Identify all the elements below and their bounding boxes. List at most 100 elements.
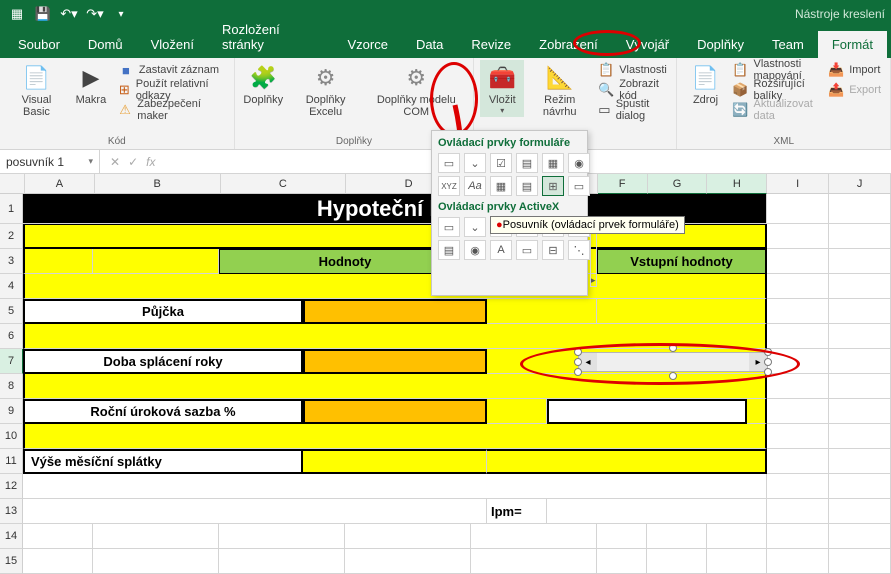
macro-security-button[interactable]: ⚠ Zabezpečení maker xyxy=(115,100,228,120)
cell[interactable] xyxy=(647,549,707,574)
visual-basic-button[interactable]: 📄 Visual Basic xyxy=(6,60,67,120)
enter-formula-button[interactable]: ✓ xyxy=(128,155,138,169)
row-header[interactable]: 15 xyxy=(0,549,23,574)
select-all-button[interactable] xyxy=(0,174,25,194)
excel-addins-button[interactable]: ⚙ Doplňky Excelu xyxy=(288,60,363,120)
ax-button-control[interactable]: ▭ xyxy=(438,217,460,237)
cell[interactable] xyxy=(23,249,93,274)
tab-team[interactable]: Team xyxy=(758,31,818,58)
insert-controls-button[interactable]: 🧰 Vložit ▾ xyxy=(480,60,524,117)
col-header[interactable]: F xyxy=(598,174,648,194)
cell[interactable] xyxy=(767,499,829,524)
scrollbar-form-control[interactable]: ◂ ▸ xyxy=(578,352,768,372)
cell[interactable] xyxy=(767,274,829,299)
cell[interactable] xyxy=(303,349,487,374)
row-header[interactable]: 7 xyxy=(0,349,23,374)
tab-zobrazeni[interactable]: Zobrazení xyxy=(525,31,612,58)
tab-rozlozeni[interactable]: Rozložení stránky xyxy=(208,16,333,58)
cell[interactable]: Půjčka xyxy=(23,299,303,324)
cell[interactable] xyxy=(707,524,767,549)
cell[interactable] xyxy=(767,324,829,349)
cell[interactable] xyxy=(487,449,767,474)
cell[interactable] xyxy=(829,449,891,474)
tab-vzorce[interactable]: Vzorce xyxy=(333,31,401,58)
cell[interactable] xyxy=(767,374,829,399)
cell[interactable] xyxy=(829,274,891,299)
cell[interactable] xyxy=(829,349,891,374)
cell[interactable] xyxy=(829,374,891,399)
addins-button[interactable]: 🧩 Doplňky xyxy=(241,60,286,108)
ax-more-control[interactable]: ⋱ xyxy=(568,240,590,260)
cell[interactable] xyxy=(547,399,747,424)
cell[interactable] xyxy=(345,524,471,549)
fx-button[interactable]: fx xyxy=(146,155,155,169)
form-option-control[interactable]: ◉ xyxy=(568,153,590,173)
cell[interactable] xyxy=(767,299,829,324)
import-button[interactable]: 📥 Import xyxy=(825,60,884,80)
row-header[interactable]: 9 xyxy=(0,399,23,424)
insert-controls-dropdown[interactable]: Ovládací prvky formuláře ▭ ⌄ ☑ ▤ ▦ ◉ XYZ… xyxy=(431,130,588,296)
cell[interactable] xyxy=(829,194,891,224)
cell[interactable] xyxy=(829,499,891,524)
form-checkbox-control[interactable]: ☑ xyxy=(490,153,512,173)
cell[interactable] xyxy=(829,524,891,549)
cell[interactable] xyxy=(23,324,767,349)
form-combobox-control[interactable]: ⌄ xyxy=(464,153,486,173)
ax-image-control[interactable]: ▭ xyxy=(516,240,538,260)
ax-spinbutton-control[interactable]: ▤ xyxy=(438,240,460,260)
undo-button[interactable]: ↶▾ xyxy=(58,3,80,25)
relative-refs-button[interactable]: ⊞ Použít relativní odkazy xyxy=(115,80,228,100)
col-header[interactable]: H xyxy=(707,174,767,194)
form-label-control[interactable]: XYZ xyxy=(438,176,460,196)
row-header[interactable]: 2 xyxy=(0,224,23,249)
cell[interactable] xyxy=(829,474,891,499)
cell[interactable] xyxy=(767,349,829,374)
form-button-control[interactable]: ▭ xyxy=(438,153,460,173)
name-box[interactable]: posuvník 1▾ xyxy=(0,150,100,173)
cell[interactable] xyxy=(767,549,829,574)
form-image2-control[interactable]: ▭ xyxy=(568,176,590,196)
row-header[interactable]: 11 xyxy=(0,449,23,474)
cell[interactable] xyxy=(23,499,487,524)
cell[interactable]: Doba splácení roky xyxy=(23,349,303,374)
cell[interactable] xyxy=(647,524,707,549)
cell[interactable] xyxy=(303,449,487,474)
col-header[interactable]: G xyxy=(648,174,708,194)
cell[interactable] xyxy=(767,424,829,449)
row-header[interactable]: 6 xyxy=(0,324,23,349)
cell[interactable] xyxy=(219,549,345,574)
cell[interactable] xyxy=(597,524,647,549)
col-header[interactable]: I xyxy=(767,174,829,194)
form-combo2-control[interactable]: ▤ xyxy=(516,176,538,196)
cell[interactable] xyxy=(219,524,345,549)
design-mode-button[interactable]: 📐 Režim návrhu xyxy=(526,60,593,120)
row-header[interactable]: 10 xyxy=(0,424,23,449)
cell[interactable] xyxy=(93,524,219,549)
cell[interactable] xyxy=(829,299,891,324)
cell[interactable] xyxy=(93,249,219,274)
tab-soubor[interactable]: Soubor xyxy=(4,31,74,58)
row-header[interactable]: 1 xyxy=(0,194,23,224)
cell[interactable] xyxy=(303,399,487,424)
col-header[interactable]: B xyxy=(95,174,221,194)
cell[interactable]: Vstupní hodnoty xyxy=(597,249,767,274)
cell[interactable] xyxy=(23,274,767,299)
cell[interactable] xyxy=(345,549,471,574)
redo-button[interactable]: ↷▾ xyxy=(84,3,106,25)
cell[interactable] xyxy=(23,424,767,449)
xml-source-button[interactable]: 📄 Zdroj xyxy=(683,60,727,108)
cell[interactable] xyxy=(471,524,597,549)
com-addins-button[interactable]: ⚙ Doplňky modelu COM xyxy=(365,60,467,120)
properties-button[interactable]: 📋 Vlastnosti xyxy=(595,60,670,80)
cell[interactable] xyxy=(767,224,829,249)
col-header[interactable]: A xyxy=(25,174,95,194)
cell[interactable] xyxy=(829,324,891,349)
cell[interactable] xyxy=(829,249,891,274)
form-listbox-control[interactable]: ▦ xyxy=(542,153,564,173)
cell[interactable] xyxy=(767,249,829,274)
tab-domu[interactable]: Domů xyxy=(74,31,137,58)
row-header[interactable]: 3 xyxy=(0,249,23,274)
cell[interactable]: Roční úroková sazba % xyxy=(23,399,303,424)
cell[interactable] xyxy=(829,424,891,449)
cell[interactable] xyxy=(23,374,767,399)
